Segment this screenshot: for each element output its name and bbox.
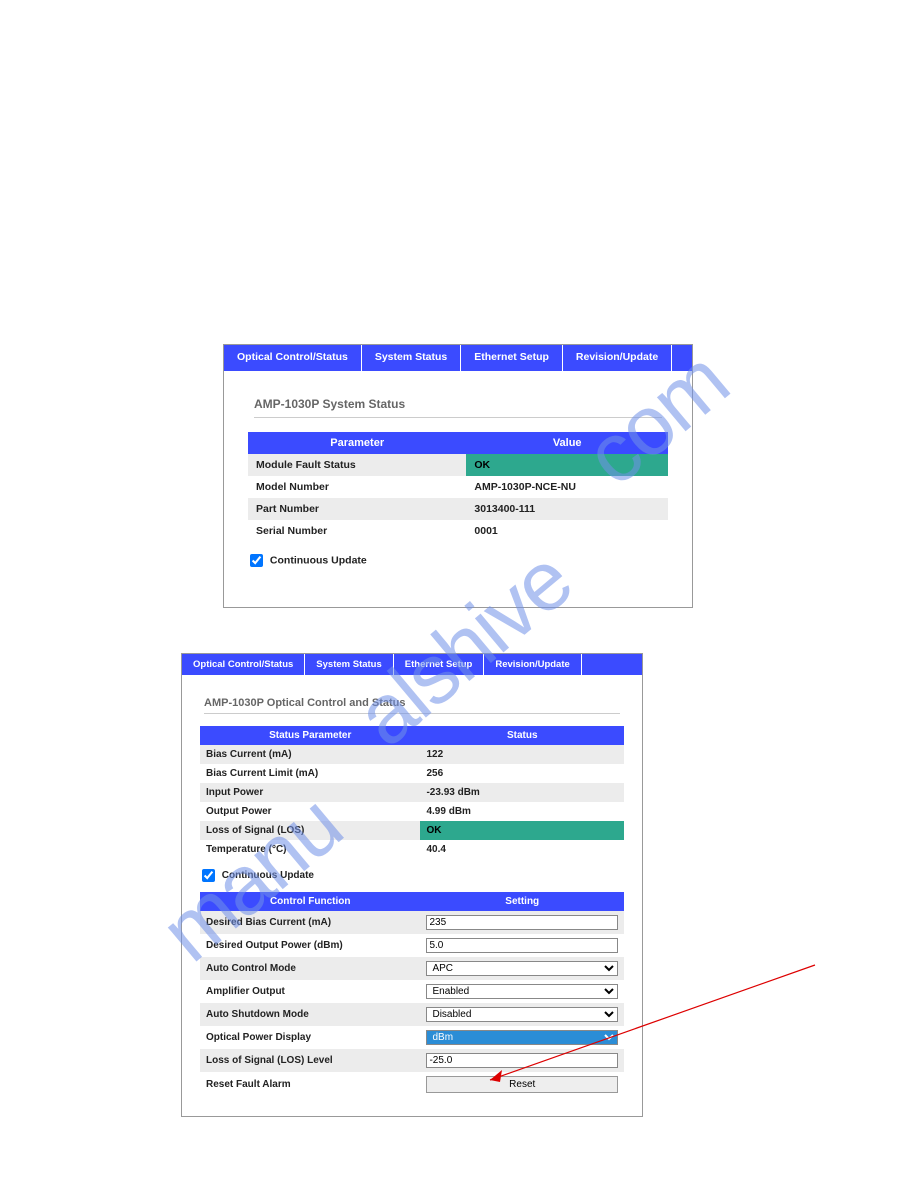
table-row: Auto Control Mode APC: [200, 957, 624, 980]
table-row: Serial Number 0001: [248, 520, 668, 542]
los-level-input[interactable]: [426, 1053, 618, 1068]
system-status-table: Parameter Value Module Fault Status OK M…: [248, 432, 668, 542]
param-label: Reset Fault Alarm: [200, 1072, 420, 1097]
status-badge-ok: OK: [420, 821, 624, 840]
auto-shutdown-mode-select[interactable]: Disabled: [426, 1007, 618, 1022]
param-label: Loss of Signal (LOS) Level: [200, 1049, 420, 1072]
param-label: Amplifier Output: [200, 980, 420, 1003]
param-label: Module Fault Status: [248, 454, 466, 476]
continuous-update-label: Continuous Update: [270, 554, 367, 566]
param-value: 256: [420, 764, 624, 783]
header-status: Status: [420, 726, 624, 745]
table-row: Auto Shutdown Mode Disabled: [200, 1003, 624, 1026]
param-value: 3013400-111: [466, 498, 668, 520]
table-row: Amplifier Output Enabled: [200, 980, 624, 1003]
param-label: Bias Current Limit (mA): [200, 764, 420, 783]
param-label: Desired Output Power (dBm): [200, 934, 420, 957]
header-parameter: Parameter: [248, 432, 466, 454]
continuous-update-label: Continuous Update: [222, 870, 314, 881]
system-status-panel: Optical Control/Status System Status Eth…: [223, 344, 693, 608]
table-row: Module Fault Status OK: [248, 454, 668, 476]
divider: [204, 713, 620, 714]
table-row: Bias Current (mA) 122: [200, 745, 624, 764]
table-row: Desired Output Power (dBm): [200, 934, 624, 957]
param-label: Serial Number: [248, 520, 466, 542]
auto-control-mode-select[interactable]: APC: [426, 961, 618, 976]
param-value: 40.4: [420, 840, 624, 859]
desired-bias-current-input[interactable]: [426, 915, 618, 930]
param-label: Temperature (°C): [200, 840, 420, 859]
table-row: Loss of Signal (LOS) Level: [200, 1049, 624, 1072]
header-control-function: Control Function: [200, 892, 420, 911]
param-label: Loss of Signal (LOS): [200, 821, 420, 840]
table-row: Loss of Signal (LOS) OK: [200, 821, 624, 840]
table-row: Optical Power Display dBm: [200, 1026, 624, 1049]
optical-control-panel: Optical Control/Status System Status Eth…: [181, 653, 643, 1117]
desired-output-power-input[interactable]: [426, 938, 618, 953]
table-row: Part Number 3013400-111: [248, 498, 668, 520]
param-label: Output Power: [200, 802, 420, 821]
optical-power-display-select[interactable]: dBm: [426, 1030, 618, 1045]
table-row: Model Number AMP-1030P-NCE-NU: [248, 476, 668, 498]
continuous-update-checkbox[interactable]: [250, 554, 263, 567]
table-row: Reset Fault Alarm Reset: [200, 1072, 624, 1097]
param-label: Auto Control Mode: [200, 957, 420, 980]
param-label: Model Number: [248, 476, 466, 498]
tab-ethernet-setup[interactable]: Ethernet Setup: [461, 345, 563, 371]
param-value: AMP-1030P-NCE-NU: [466, 476, 668, 498]
header-setting: Setting: [420, 892, 624, 911]
continuous-update-row: Continuous Update: [202, 869, 624, 882]
table-row: Temperature (°C) 40.4: [200, 840, 624, 859]
continuous-update-row: Continuous Update: [250, 554, 668, 567]
param-label: Auto Shutdown Mode: [200, 1003, 420, 1026]
table-row: Bias Current Limit (mA) 256: [200, 764, 624, 783]
tab-system-status[interactable]: System Status: [362, 345, 461, 371]
table-row: Desired Bias Current (mA): [200, 911, 624, 934]
status-badge-ok: OK: [466, 454, 668, 476]
header-value: Value: [466, 432, 668, 454]
tab-fill: [672, 345, 692, 371]
reset-button[interactable]: Reset: [426, 1076, 618, 1093]
control-table: Control Function Setting Desired Bias Cu…: [200, 892, 624, 1097]
tab-revision-update[interactable]: Revision/Update: [563, 345, 672, 371]
param-value: 4.99 dBm: [420, 802, 624, 821]
divider: [254, 417, 662, 418]
amplifier-output-select[interactable]: Enabled: [426, 984, 618, 999]
page-title: AMP-1030P Optical Control and Status: [204, 697, 624, 709]
table-row: Input Power -23.93 dBm: [200, 783, 624, 802]
tab-fill: [582, 654, 642, 675]
tab-ethernet-setup[interactable]: Ethernet Setup: [394, 654, 485, 675]
status-table: Status Parameter Status Bias Current (mA…: [200, 726, 624, 859]
tab-system-status[interactable]: System Status: [305, 654, 393, 675]
page-title: AMP-1030P System Status: [254, 397, 668, 411]
table-header-row: Control Function Setting: [200, 892, 624, 911]
param-label: Input Power: [200, 783, 420, 802]
param-label: Desired Bias Current (mA): [200, 911, 420, 934]
param-value: 0001: [466, 520, 668, 542]
tab-bar: Optical Control/Status System Status Eth…: [182, 654, 642, 675]
tab-optical-control[interactable]: Optical Control/Status: [182, 654, 305, 675]
param-value: 122: [420, 745, 624, 764]
table-header-row: Status Parameter Status: [200, 726, 624, 745]
tab-optical-control[interactable]: Optical Control/Status: [224, 345, 362, 371]
table-row: Output Power 4.99 dBm: [200, 802, 624, 821]
continuous-update-checkbox[interactable]: [202, 869, 215, 882]
tab-bar: Optical Control/Status System Status Eth…: [224, 345, 692, 371]
param-label: Optical Power Display: [200, 1026, 420, 1049]
param-value: -23.93 dBm: [420, 783, 624, 802]
param-label: Bias Current (mA): [200, 745, 420, 764]
header-status-parameter: Status Parameter: [200, 726, 420, 745]
tab-revision-update[interactable]: Revision/Update: [484, 654, 581, 675]
param-label: Part Number: [248, 498, 466, 520]
table-header-row: Parameter Value: [248, 432, 668, 454]
